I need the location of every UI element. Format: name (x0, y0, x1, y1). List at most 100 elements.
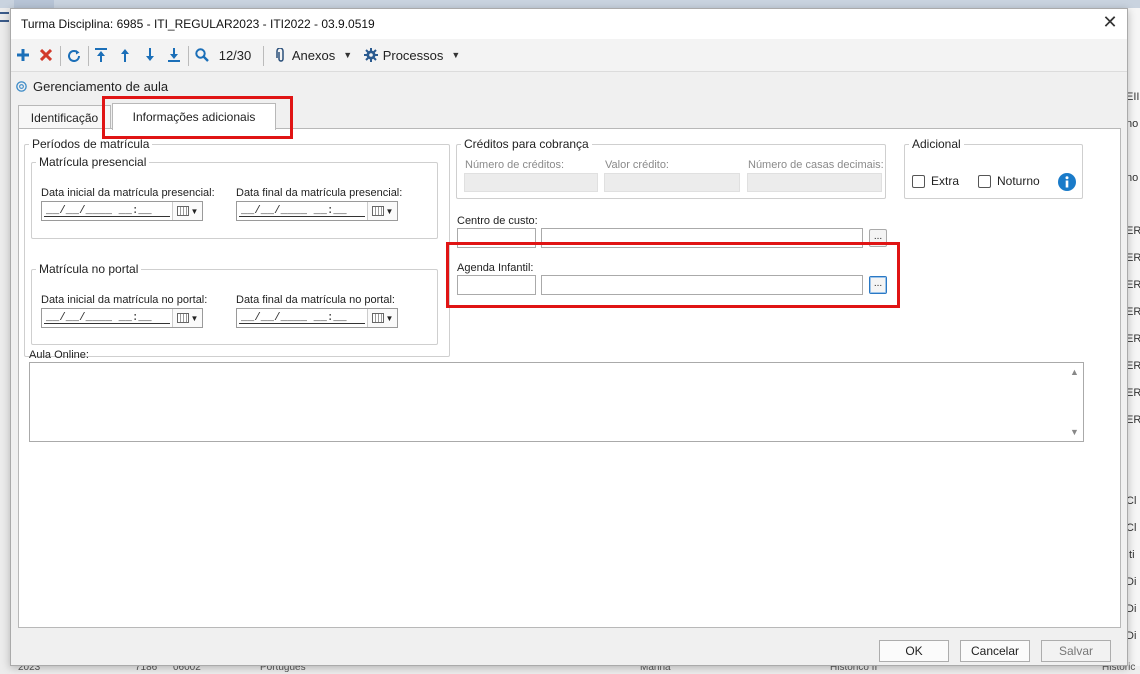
background-cell: ERA (1126, 414, 1140, 426)
centro-custo-lookup-button[interactable]: ... (869, 229, 887, 247)
background-cell: ERA (1126, 279, 1140, 291)
caret-down-icon: ▼ (190, 313, 199, 323)
tab-informacoes-adicionais[interactable]: Informações adicionais (112, 103, 276, 130)
menu-icon (0, 12, 9, 22)
toolbar-separator (263, 46, 264, 66)
add-button[interactable] (14, 45, 32, 65)
caret-down-icon: ▼ (451, 50, 461, 60)
extra-checkbox[interactable]: Extra (912, 174, 959, 188)
dialog-title: Turma Disciplina: 6985 - ITI_REGULAR2023… (21, 17, 375, 31)
arrow-top-icon (95, 48, 107, 62)
agenda-infantil-code-field[interactable] (457, 275, 536, 295)
background-cell: ERA (1126, 225, 1140, 237)
toolbar-separator (60, 46, 61, 66)
date-mask: __/__/____ __:__ (44, 309, 170, 324)
checkbox-label: Noturno (997, 174, 1040, 188)
aula-online-textarea[interactable]: ▲ ▼ (29, 362, 1084, 442)
date-picker-button[interactable]: ▼ (367, 309, 397, 327)
caret-down-icon: ▼ (343, 50, 353, 60)
tab-identificacao[interactable]: Identificação (18, 105, 111, 129)
ok-button[interactable]: OK (879, 640, 949, 662)
delete-button[interactable] (37, 45, 55, 65)
tab-label: Informações adicionais (132, 110, 256, 124)
toolbar-separator (88, 46, 89, 66)
background-cell: ERA (1126, 252, 1140, 264)
search-icon (195, 48, 209, 62)
anexos-menu[interactable]: Anexos ▼ (273, 45, 355, 65)
record-counter: 12/30 (215, 45, 255, 65)
date-picker-button[interactable]: ▼ (172, 309, 202, 327)
agenda-infantil-description-field[interactable] (541, 275, 863, 295)
scrollbar[interactable]: ▲ ▼ (1066, 363, 1083, 441)
noturno-checkbox[interactable]: Noturno (978, 174, 1040, 188)
cancel-button[interactable]: Cancelar (960, 640, 1030, 662)
calendar-icon (176, 206, 189, 216)
tab-label: Identificação (30, 110, 99, 125)
portal-end-date-field[interactable]: __/__/____ __:__ ▼ (236, 308, 398, 328)
group-legend: Matrícula presencial (39, 155, 147, 169)
x-icon (40, 49, 52, 61)
date-mask: __/__/____ __:__ (239, 309, 365, 324)
checkbox-box[interactable] (912, 174, 925, 188)
portal-end-label: Data final da matrícula no portal: (236, 294, 395, 306)
centro-custo-code-field[interactable] (457, 228, 536, 248)
caret-down-icon: ▼ (190, 206, 199, 216)
presencial-end-date-field[interactable]: __/__/____ __:__ ▼ (236, 201, 398, 221)
agenda-infantil-label: Agenda Infantil: (457, 262, 534, 274)
info-icon[interactable] (1058, 173, 1076, 191)
toolbar: 12/30 Anexos ▼ Processos ▼ (11, 39, 1127, 72)
save-button[interactable]: Salvar (1041, 640, 1111, 662)
gear-icon (16, 80, 27, 92)
info-icon-graphic (1058, 173, 1076, 191)
arrow-down-icon (146, 48, 154, 61)
last-record-button[interactable] (165, 45, 183, 65)
record-counter-text: 12/30 (218, 47, 252, 63)
caret-down-icon: ▼ (385, 313, 394, 323)
valor-credito-label: Valor crédito: (605, 159, 669, 171)
date-mask: __/__/____ __:__ (239, 202, 365, 217)
group-legend: Créditos para cobrança (464, 137, 589, 151)
scroll-up-icon[interactable]: ▲ (1070, 367, 1079, 377)
portal-start-date-field[interactable]: __/__/____ __:__ ▼ (41, 308, 203, 328)
caret-down-icon: ▼ (385, 206, 394, 216)
arrow-bottom-icon (168, 48, 180, 62)
scroll-down-icon[interactable]: ▼ (1070, 427, 1079, 437)
checkbox-label: Extra (931, 174, 960, 188)
casas-decimais-label: Número de casas decimais: (748, 159, 884, 171)
background-left-strip (0, 8, 10, 674)
calendar-icon (176, 313, 189, 323)
refresh-button[interactable] (64, 45, 84, 65)
adicional-group: Adicional (904, 137, 1083, 199)
centro-custo-label: Centro de custo: (457, 215, 538, 227)
numero-creditos-field[interactable] (464, 173, 598, 192)
presencial-start-date-field[interactable]: __/__/____ __:__ ▼ (41, 201, 203, 221)
refresh-icon (68, 50, 80, 62)
next-record-button[interactable] (141, 45, 159, 65)
calendar-icon (371, 313, 384, 323)
background-active-tab (14, 0, 54, 8)
centro-custo-description-field[interactable] (541, 228, 863, 248)
presencial-end-label: Data final da matrícula presencial: (236, 187, 403, 199)
turma-disciplina-dialog: Turma Disciplina: 6985 - ITI_REGULAR2023… (10, 8, 1128, 666)
search-button[interactable] (193, 45, 211, 65)
casas-decimais-field[interactable] (747, 173, 882, 192)
background-cell: EII (1126, 91, 1140, 103)
arrow-up-icon (121, 49, 129, 62)
numero-creditos-label: Número de créditos: (465, 159, 565, 171)
checkbox-box[interactable] (978, 174, 991, 188)
agenda-infantil-lookup-button[interactable]: ... (869, 276, 887, 294)
first-record-button[interactable] (92, 45, 110, 65)
group-legend: Períodos de matrícula (32, 137, 150, 151)
previous-record-button[interactable] (116, 45, 134, 65)
background-bottom-row: 2023 7186 06002 Portugues Manha Historic… (10, 662, 1140, 674)
background-tabstrip (0, 0, 1140, 8)
valor-credito-field[interactable] (604, 173, 740, 192)
date-picker-button[interactable]: ▼ (172, 202, 202, 220)
processos-menu[interactable]: Processos ▼ (363, 45, 461, 65)
background-cell: ERA (1126, 360, 1140, 372)
anexos-label: Anexos (291, 47, 336, 63)
date-picker-button[interactable]: ▼ (367, 202, 397, 220)
calendar-icon (371, 206, 384, 216)
background-cell: ERA (1126, 387, 1140, 399)
close-icon[interactable]: ✕ (1101, 13, 1119, 32)
